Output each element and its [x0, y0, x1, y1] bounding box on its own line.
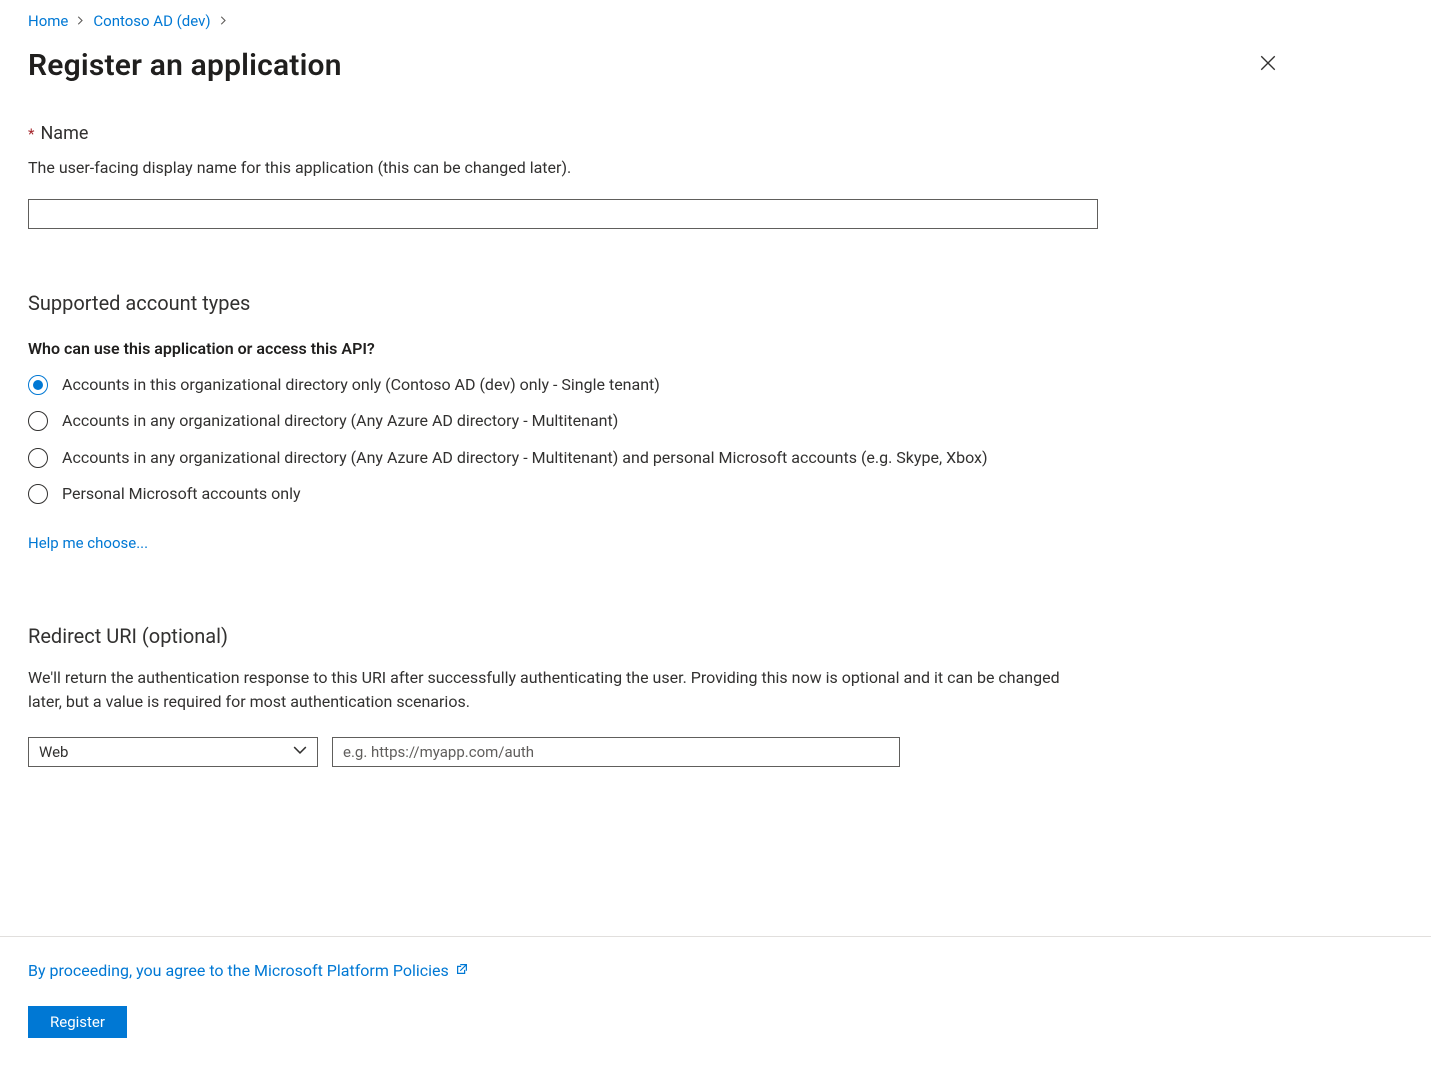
account-types-radio-group: Accounts in this organizational director… [28, 374, 1223, 506]
required-indicator: * [28, 125, 34, 143]
name-description: The user-facing display name for this ap… [28, 158, 1223, 177]
radio-icon [28, 375, 48, 395]
footer: By proceeding, you agree to the Microsof… [0, 936, 1431, 1066]
redirect-platform-select[interactable]: Web [28, 737, 318, 767]
account-type-option-multitenant-personal[interactable]: Accounts in any organizational directory… [28, 447, 1223, 469]
redirect-platform-value: Web [39, 743, 68, 761]
close-icon [1259, 54, 1277, 72]
name-input[interactable] [28, 199, 1098, 229]
close-button[interactable] [1253, 48, 1283, 78]
account-type-option-single-tenant[interactable]: Accounts in this organizational director… [28, 374, 1223, 396]
page-title: Register an application [28, 48, 342, 83]
name-label-text: Name [40, 123, 88, 144]
platform-policies-link[interactable]: By proceeding, you agree to the Microsof… [28, 961, 469, 980]
redirect-uri-description: We'll return the authentication response… [28, 666, 1088, 716]
account-type-option-personal-only[interactable]: Personal Microsoft accounts only [28, 483, 1223, 505]
account-types-question: Who can use this application or access t… [28, 339, 1223, 358]
radio-label: Accounts in any organizational directory… [62, 447, 988, 469]
register-button[interactable]: Register [28, 1006, 127, 1038]
redirect-uri-heading: Redirect URI (optional) [28, 624, 1223, 648]
chevron-right-icon [76, 14, 85, 29]
breadcrumb-directory[interactable]: Contoso AD (dev) [93, 12, 210, 30]
chevron-right-icon [219, 14, 228, 29]
radio-label: Personal Microsoft accounts only [62, 483, 301, 505]
breadcrumb-home[interactable]: Home [28, 12, 68, 30]
radio-icon [28, 484, 48, 504]
chevron-down-icon [293, 743, 307, 761]
radio-icon [28, 448, 48, 468]
form-scroll-area[interactable]: * Name The user-facing display name for … [28, 123, 1403, 936]
platform-policies-text: By proceeding, you agree to the Microsof… [28, 961, 449, 980]
external-link-icon [455, 961, 469, 980]
name-label: * Name [28, 123, 1223, 144]
radio-icon [28, 411, 48, 431]
breadcrumb: Home Contoso AD (dev) [28, 10, 1403, 30]
radio-label: Accounts in this organizational director… [62, 374, 660, 396]
radio-label: Accounts in any organizational directory… [62, 410, 618, 432]
help-me-choose-link[interactable]: Help me choose... [28, 534, 148, 552]
account-types-heading: Supported account types [28, 291, 1223, 315]
account-type-option-multitenant[interactable]: Accounts in any organizational directory… [28, 410, 1223, 432]
redirect-uri-input[interactable] [332, 737, 900, 767]
